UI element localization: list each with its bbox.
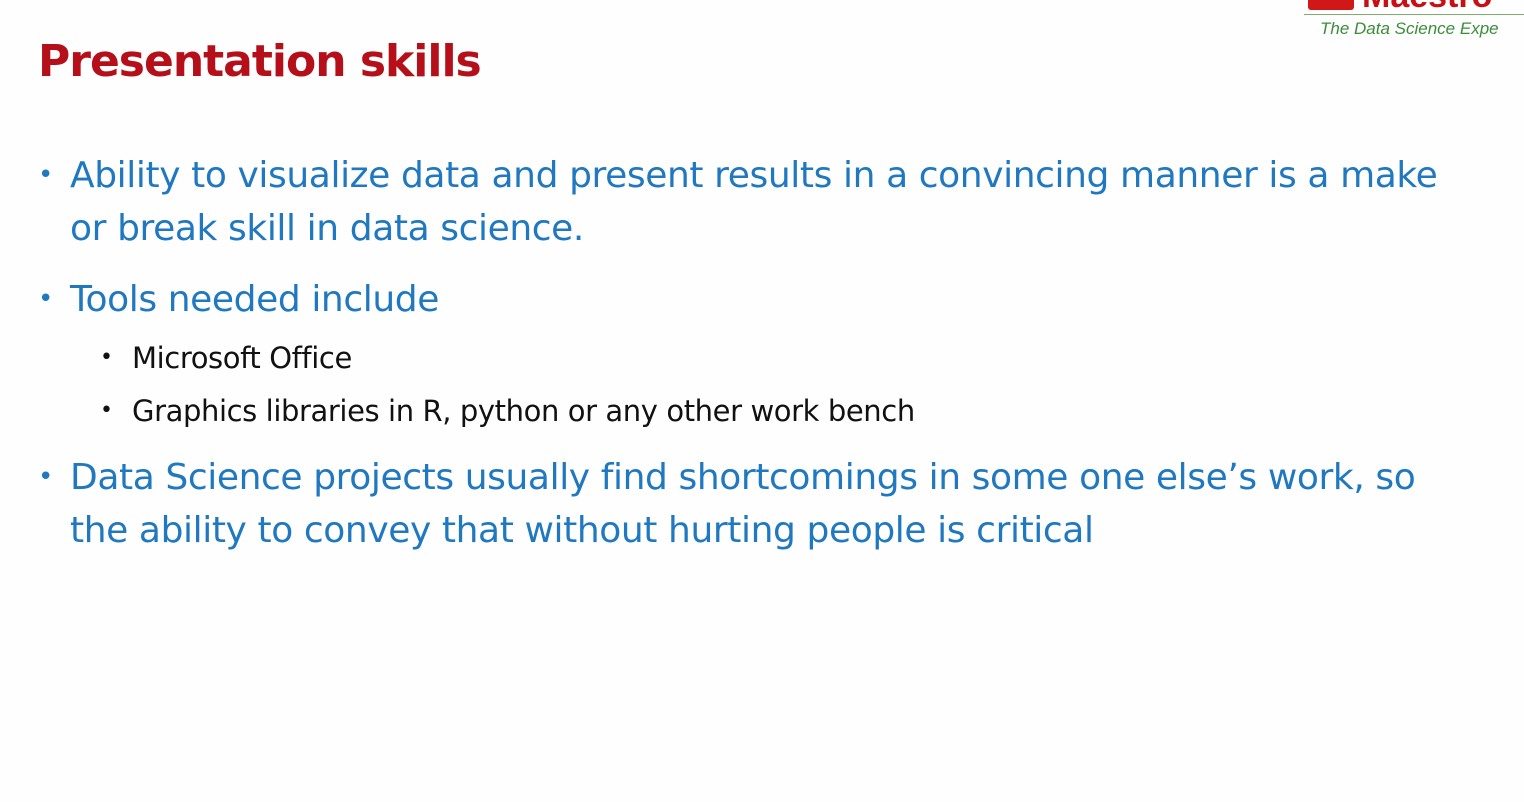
slide-title: Presentation skills: [38, 36, 482, 87]
sub-bullet-item: • Microsoft Office: [100, 338, 1480, 378]
bullet-text: Ability to visualize data and present re…: [70, 155, 1438, 249]
sub-bullet-icon: •: [100, 345, 113, 370]
sub-bullet-icon: •: [100, 398, 113, 423]
sub-bullet-text: Graphics libraries in R, python or any o…: [132, 394, 915, 428]
logo-divider: [1304, 14, 1524, 15]
bullet-icon: •: [38, 462, 53, 492]
bullet-icon: •: [38, 284, 53, 314]
bullet-item: • Ability to visualize data and present …: [38, 149, 1478, 255]
bullet-item: • Data Science projects usually find sho…: [38, 451, 1478, 557]
bullet-icon: •: [38, 160, 53, 190]
company-logo: Maestro The Data Science Expe: [1302, 0, 1524, 46]
logo-mark-icon: [1308, 0, 1354, 10]
bullet-text: Data Science projects usually find short…: [70, 457, 1416, 551]
slide: Maestro The Data Science Expe Presentati…: [0, 0, 1524, 802]
bullet-item: • Tools needed include: [38, 273, 1478, 326]
bullet-text: Tools needed include: [70, 279, 439, 320]
sub-bullet-item: • Graphics libraries in R, python or any…: [100, 391, 1480, 431]
logo-name: Maestro: [1362, 0, 1492, 13]
sub-bullet-text: Microsoft Office: [132, 341, 352, 375]
logo-tagline: The Data Science Expe: [1320, 19, 1499, 38]
